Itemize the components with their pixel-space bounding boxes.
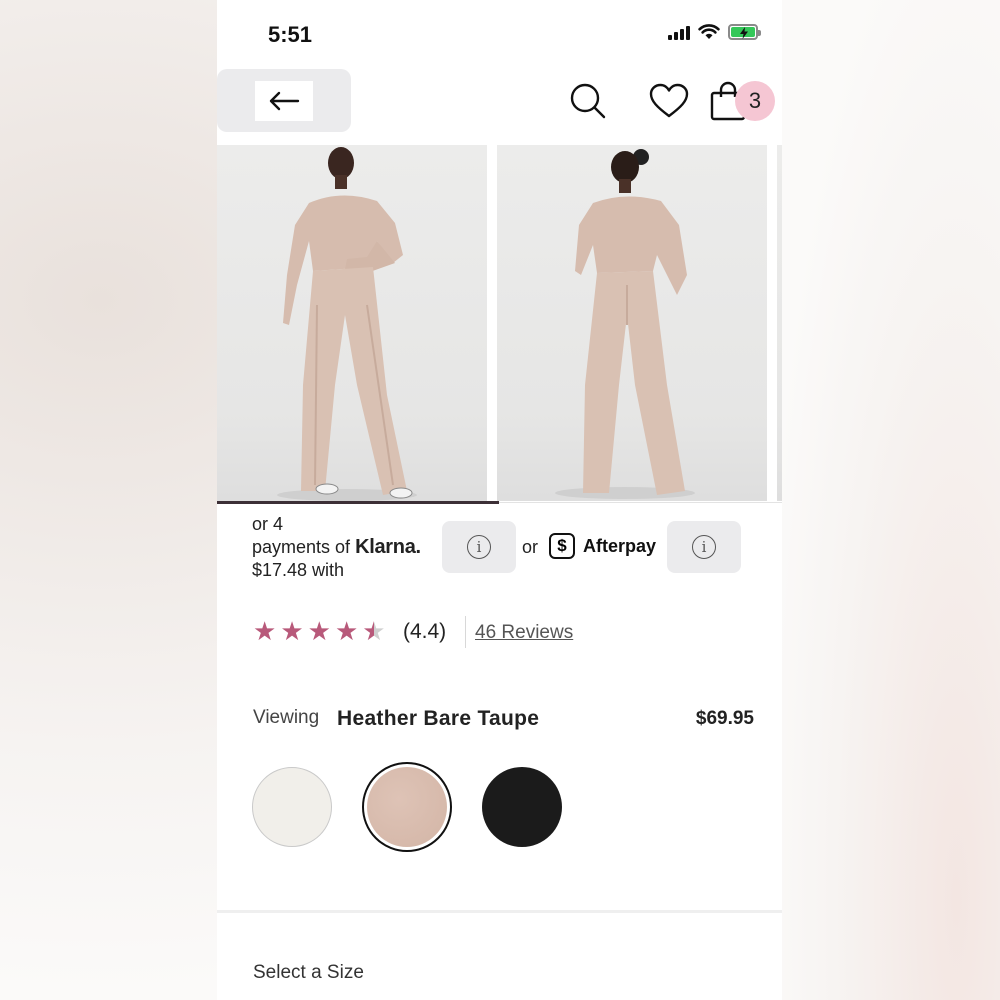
star-full-icon: ★	[280, 616, 304, 646]
background-right	[782, 0, 1000, 1000]
phone-screen: 5:51 3 or 4 payments of Klarna. $17.48 w…	[217, 0, 782, 1000]
klarna-line-2-text: payments of	[252, 537, 351, 557]
product-image-back[interactable]	[497, 145, 767, 501]
info-icon: i	[467, 535, 491, 559]
klarna-info-button[interactable]: i	[442, 521, 516, 573]
star-full-icon: ★	[334, 616, 359, 646]
search-button[interactable]	[567, 80, 609, 122]
heart-icon	[649, 83, 689, 118]
swatch-ivory[interactable]	[252, 767, 332, 847]
status-time: 5:51	[268, 22, 313, 47]
reviews-link[interactable]: 46 Reviews	[475, 622, 573, 644]
swatch-black[interactable]	[482, 767, 562, 847]
select-size-label: Select a Size	[253, 962, 364, 983]
arrow-left-icon	[269, 91, 300, 110]
rating-value: (4.4)	[403, 620, 447, 643]
section-divider	[217, 910, 782, 913]
selected-color-name: Heather Bare Taupe	[337, 707, 540, 730]
model-front-illustration	[277, 147, 417, 501]
klarna-line-3: $17.48 with	[252, 560, 345, 580]
cart-count-badge: 3	[735, 81, 775, 121]
star-full-icon: ★	[253, 616, 277, 646]
product-image-front[interactable]	[217, 145, 487, 501]
klarna-line-1: or 4	[252, 514, 284, 534]
product-price: $69.95	[695, 708, 754, 729]
gallery-progress-bar	[217, 501, 499, 504]
or-separator: or	[522, 537, 539, 557]
swatch-heather-bare-taupe[interactable]	[367, 767, 447, 847]
viewing-label: Viewing	[253, 707, 320, 728]
model-back-illustration	[555, 149, 695, 499]
rating-divider	[465, 616, 466, 648]
star-half-icon: ★	[362, 616, 386, 646]
product-gallery[interactable]	[217, 145, 782, 505]
product-image-next-peek[interactable]	[777, 145, 782, 501]
info-icon: i	[692, 535, 716, 559]
status-icons	[668, 24, 761, 40]
back-button[interactable]	[217, 69, 351, 132]
rating-stars: ★ ★ ★ ★ ★	[253, 618, 386, 644]
star-full-icon: ★	[307, 616, 331, 646]
wishlist-button[interactable]	[648, 80, 690, 122]
back-button-inner	[255, 80, 313, 121]
afterpay-logo-group: $ Afterpay	[549, 533, 656, 559]
search-icon	[570, 83, 606, 119]
cellular-signal-icon	[668, 24, 690, 40]
afterpay-icon: $	[549, 533, 575, 559]
afterpay-brand: Afterpay	[583, 535, 657, 556]
wifi-icon	[698, 24, 720, 39]
klarna-payment-text: or 4 payments of Klarna. $17.48 with	[252, 513, 452, 582]
klarna-line-2: payments of Klarna.	[252, 536, 452, 559]
afterpay-info-button[interactable]: i	[667, 521, 741, 573]
klarna-logo: Klarna.	[355, 536, 421, 558]
battery-icon	[728, 24, 761, 40]
